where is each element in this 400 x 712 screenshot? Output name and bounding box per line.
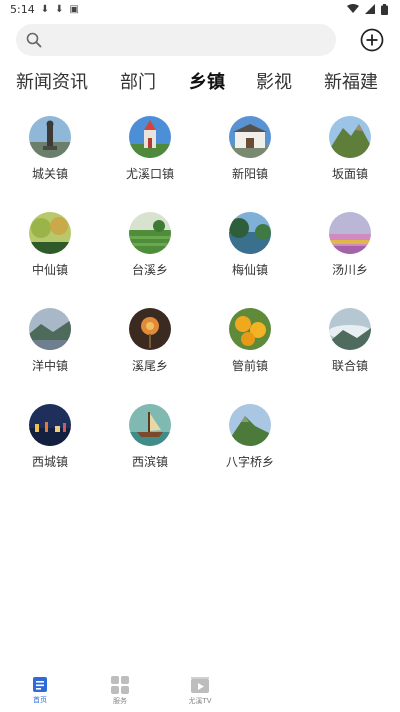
video-icon [191, 677, 209, 693]
peak-photo [229, 404, 271, 446]
town-name: 八字桥乡 [225, 455, 274, 469]
town-item[interactable]: 新阳镇 [210, 116, 290, 182]
home-icon [33, 677, 47, 692]
tab-new-fujian[interactable]: 新福建 [324, 68, 378, 94]
tea-field-photo [129, 212, 171, 254]
download-icon: ⬇ [55, 3, 64, 15]
gate-photo [229, 116, 271, 158]
statue-photo [29, 116, 71, 158]
town-name: 新阳镇 [231, 167, 268, 181]
clouds-photo [329, 308, 371, 350]
town-item[interactable]: 梅仙镇 [210, 212, 290, 278]
download-icon: ⬇ [40, 3, 50, 15]
town-item[interactable]: 中仙镇 [10, 212, 90, 278]
nav-item-blank[interactable] [330, 676, 390, 678]
mountain-photo [329, 116, 371, 158]
wifi-icon [347, 4, 359, 13]
night-city-photo [29, 404, 71, 446]
search-input[interactable] [16, 24, 336, 56]
town-item[interactable]: 坂面镇 [310, 116, 390, 182]
grid-icon [111, 676, 129, 694]
town-name: 城关镇 [31, 167, 68, 181]
battery-icon [381, 3, 388, 15]
nav-label: 服务 [113, 697, 127, 705]
town-name: 台溪乡 [131, 263, 168, 277]
signal-icon [365, 4, 375, 14]
town-name: 汤川乡 [331, 263, 368, 277]
town-item[interactable]: 台溪乡 [110, 212, 190, 278]
search-icon [26, 32, 42, 48]
tab-film[interactable]: 影视 [256, 68, 292, 94]
town-item[interactable]: 八字桥乡 [210, 404, 290, 470]
town-name: 联合镇 [331, 359, 368, 373]
oranges-photo [229, 308, 271, 350]
status-left: 5:14 ⬇ ⬇ ▣ [10, 3, 79, 16]
bottom-nav: 首页 服务 尤溪TV [0, 672, 400, 712]
hills-photo [29, 308, 71, 350]
nav-label: 首页 [33, 696, 47, 704]
town-name: 溪尾乡 [131, 359, 168, 373]
status-right [347, 3, 388, 15]
flowers-photo [329, 212, 371, 254]
town-item[interactable]: 联合镇 [310, 308, 390, 374]
town-name: 坂面镇 [331, 167, 368, 181]
town-item[interactable]: 洋中镇 [10, 308, 90, 374]
town-name: 管前镇 [231, 359, 268, 373]
town-item[interactable]: 城关镇 [10, 116, 90, 182]
flower-photo [129, 308, 171, 350]
status-bar: 5:14 ⬇ ⬇ ▣ [0, 0, 400, 18]
town-name: 西滨镇 [131, 455, 168, 469]
tab-departments[interactable]: 部门 [120, 68, 156, 94]
boat-photo [129, 404, 171, 446]
tab-news[interactable]: 新闻资讯 [16, 68, 88, 94]
town-item[interactable]: 管前镇 [210, 308, 290, 374]
town-name: 梅仙镇 [231, 263, 268, 277]
forest-photo [29, 212, 71, 254]
town-item[interactable]: 尤溪口镇 [110, 116, 190, 182]
nav-home[interactable]: 首页 [10, 676, 70, 705]
town-name: 西城镇 [31, 455, 68, 469]
town-name: 洋中镇 [31, 359, 68, 373]
town-item[interactable]: 西滨镇 [110, 404, 190, 470]
add-circle-icon[interactable] [360, 28, 384, 52]
nav-services[interactable]: 服务 [90, 676, 150, 706]
town-item[interactable]: 汤川乡 [310, 212, 390, 278]
notification-icon: ▣ [69, 3, 79, 15]
town-item[interactable]: 溪尾乡 [110, 308, 190, 374]
nav-item-blank[interactable] [250, 676, 310, 678]
town-name: 中仙镇 [31, 263, 68, 277]
church-photo [129, 116, 171, 158]
tab-towns[interactable]: 乡镇 [189, 68, 225, 94]
nav-tv[interactable]: 尤溪TV [170, 676, 230, 706]
river-photo [229, 212, 271, 254]
nav-label: 尤溪TV [188, 697, 212, 705]
town-name: 尤溪口镇 [125, 167, 174, 181]
category-tabs: 新闻资讯 部门 乡镇 影视 新福建 [0, 64, 400, 96]
search-row [16, 24, 388, 56]
town-item[interactable]: 西城镇 [10, 404, 90, 470]
status-time: 5:14 [10, 2, 35, 16]
